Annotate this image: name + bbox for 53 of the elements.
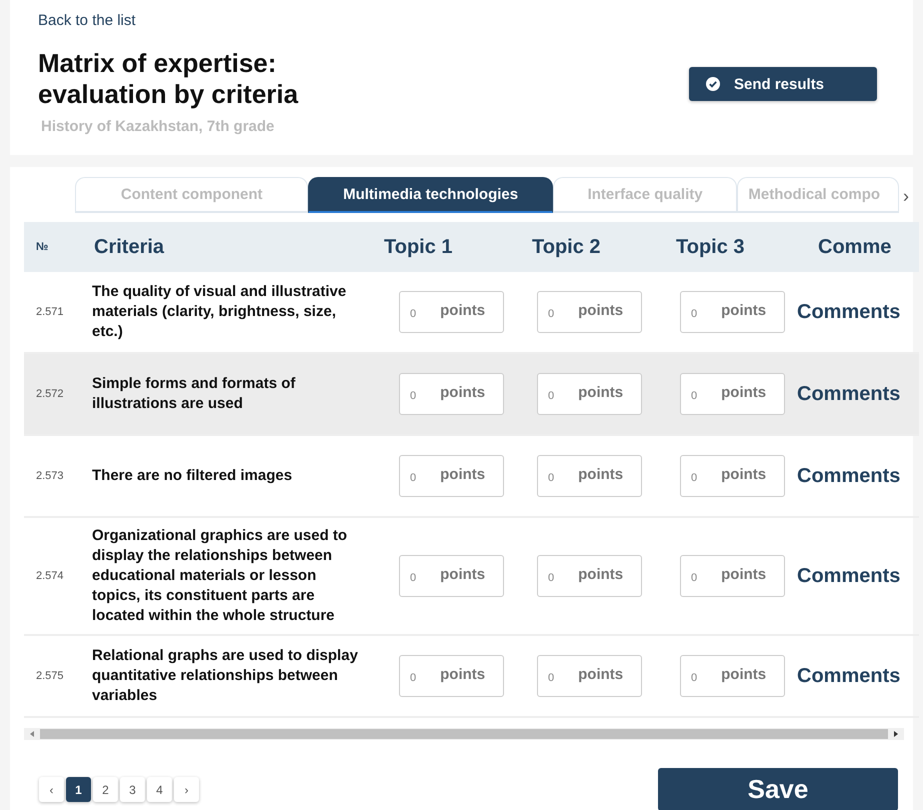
scroll-right-icon[interactable]	[892, 730, 900, 738]
column-header: Topic 1	[384, 236, 453, 258]
tab[interactable]: Multimedia technologies	[308, 177, 553, 213]
back-link[interactable]: Back to the list	[38, 12, 136, 29]
points-field[interactable]: 0 points	[399, 655, 504, 697]
points-field[interactable]: 0 points	[537, 291, 642, 333]
comments-link[interactable]: Comments	[797, 664, 900, 686]
points-field[interactable]: 0 points	[680, 455, 785, 497]
previous-page-button[interactable]: ‹	[39, 777, 64, 802]
points-field[interactable]: 0 points	[399, 373, 504, 415]
page-button[interactable]: 4	[147, 777, 172, 802]
points-field[interactable]: 0 points	[399, 455, 504, 497]
horizontal-scrollbar[interactable]	[24, 728, 904, 740]
points-field[interactable]: 0 points	[680, 555, 785, 597]
comments-link[interactable]: Comments	[797, 464, 900, 486]
points-field[interactable]: 0 points	[537, 455, 642, 497]
column-header: №	[35, 241, 48, 253]
comments-link[interactable]: Comments	[797, 564, 900, 586]
column-header: Comme	[818, 236, 892, 258]
points-field[interactable]: 0 points	[680, 291, 785, 333]
comments-link[interactable]: Comments	[797, 382, 900, 404]
send-results-button[interactable]: Send results	[689, 67, 877, 101]
page-title: Matrix of expertise: evaluation by criteria	[38, 48, 300, 110]
criterion-text: Relational graphs are used to display quantitative relationships between variables	[92, 646, 359, 706]
points-field[interactable]: 0 points	[399, 555, 504, 597]
points-field[interactable]: 0 points	[537, 373, 642, 415]
page-button[interactable]: 3	[120, 777, 145, 802]
criterion-text: There are no filtered images	[92, 466, 294, 486]
points-field[interactable]: 0 points	[680, 655, 785, 697]
row-number: 2.572	[35, 388, 65, 400]
points-field[interactable]: 0 points	[680, 373, 785, 415]
page-button[interactable]: 1	[66, 777, 91, 802]
column-header: Topic 2	[532, 236, 601, 258]
row-number: 2.571	[35, 306, 65, 318]
criterion-text: The quality of visual and illustrative materials (clarity, brightness, size, etc.)	[92, 282, 348, 342]
criterion-text: Organizational graphics are used to display the relationships between educational materials or lesson topics, its constituent parts are located within the whole structure	[92, 526, 348, 626]
save-button[interactable]: Save	[658, 768, 898, 810]
row-number: 2.575	[35, 670, 65, 682]
next-page-button[interactable]: ›	[174, 777, 199, 802]
points-field[interactable]: 0 points	[537, 555, 642, 597]
points-field[interactable]: 0 points	[537, 655, 642, 697]
column-header: Topic 3	[676, 236, 745, 258]
row-number: 2.573	[35, 470, 65, 482]
tabs-next-button[interactable]: ›	[898, 177, 913, 215]
scroll-left-icon[interactable]	[28, 730, 36, 738]
column-header: Criteria	[93, 236, 164, 258]
comments-link[interactable]: Comments	[797, 300, 900, 322]
page-button[interactable]: 2	[93, 777, 118, 802]
page-subtitle: History of Kazakhstan, 7th grade	[40, 118, 276, 135]
points-field[interactable]: 0 points	[399, 291, 504, 333]
check-circle-icon	[706, 77, 720, 91]
row-number: 2.574	[35, 570, 65, 582]
criterion-text: Simple forms and formats of illustrations are used	[92, 374, 296, 414]
